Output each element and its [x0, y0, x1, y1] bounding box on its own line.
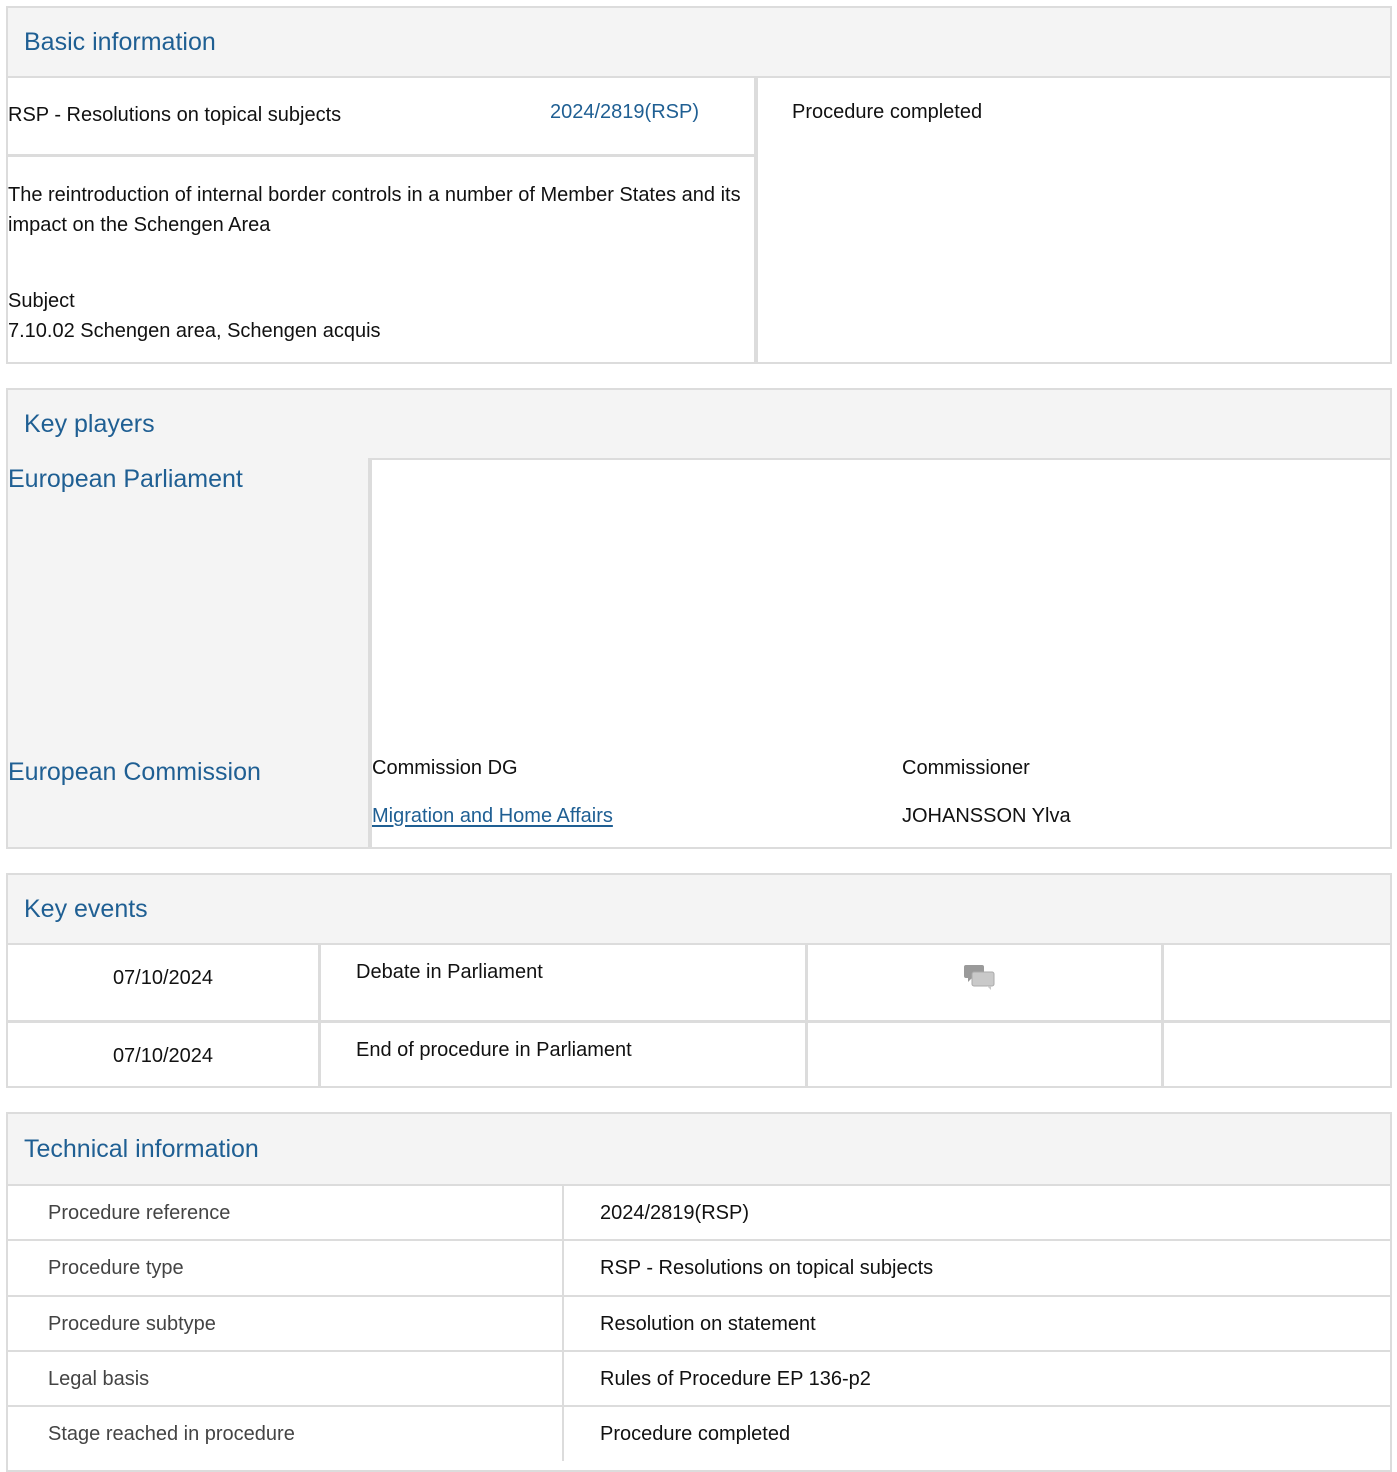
basic-information-panel: Basic information RSP - Resolutions on t…	[6, 6, 1392, 364]
tech-label: Procedure type	[48, 1256, 184, 1279]
key-events-title: Key events	[24, 894, 148, 923]
debate-icon[interactable]	[963, 963, 997, 1000]
tech-value: RSP - Resolutions on topical subjects	[600, 1256, 934, 1279]
basic-information-title: Basic information	[24, 27, 216, 56]
tech-row-procedure-type: Procedure type RSP - Resolutions on topi…	[8, 1239, 1390, 1295]
key-events-heading: Key events	[8, 875, 1390, 945]
key-players-title: Key players	[24, 409, 155, 438]
commission-dg-link[interactable]: Migration and Home Affairs	[372, 801, 613, 831]
event-title: Debate in Parliament	[356, 961, 543, 983]
basic-info-divider	[754, 76, 758, 362]
tech-row-separator	[562, 1297, 564, 1351]
basic-information-heading: Basic information	[8, 8, 1390, 78]
tech-row-separator	[562, 1186, 564, 1240]
commission-dg-header: Commission DG	[372, 757, 518, 779]
tech-label: Stage reached in procedure	[48, 1422, 295, 1445]
commissioner-header: Commissioner	[902, 757, 1030, 779]
key-players-panel: Key players European Parliament European…	[6, 388, 1392, 849]
key-events-panel: Key events 07/10/2024 Debate in Parliame…	[6, 873, 1392, 1088]
event-date: 07/10/2024	[112, 967, 214, 989]
tech-value: Resolution on statement	[600, 1312, 816, 1335]
tech-row-legal-basis: Legal basis Rules of Procedure EP 136-p2	[8, 1350, 1390, 1406]
subject-label: Subject	[8, 290, 75, 312]
tech-value: Procedure completed	[600, 1422, 791, 1445]
procedure-title-text: The reintroduction of internal border co…	[8, 184, 741, 236]
european-parliament-label: European Parliament	[8, 465, 243, 493]
technical-information-panel: Technical information Procedure referenc…	[6, 1112, 1392, 1472]
procedure-reference-link[interactable]: 2024/2819(RSP)	[550, 97, 699, 127]
event-date: 07/10/2024	[112, 1045, 214, 1067]
key-players-heading: Key players	[8, 390, 1390, 460]
procedure-type-text: RSP - Resolutions on topical subjects	[8, 104, 342, 126]
tech-row-separator	[562, 1241, 564, 1295]
tech-label: Legal basis	[48, 1367, 150, 1390]
tech-row-procedure-subtype: Procedure subtype Resolution on statemen…	[8, 1295, 1390, 1351]
commissioner-name: JOHANSSON Ylva	[902, 805, 1071, 827]
technical-information-heading: Technical information	[8, 1114, 1390, 1184]
events-col-divider-3	[1161, 943, 1164, 1086]
basic-info-row-divider	[8, 154, 754, 157]
procedure-status-text: Procedure completed	[792, 101, 983, 123]
event-title: End of procedure in Parliament	[356, 1039, 632, 1061]
european-commission-label: European Commission	[8, 758, 261, 786]
technical-information-title: Technical information	[24, 1134, 259, 1163]
events-col-divider-2	[805, 943, 808, 1086]
tech-row-procedure-reference: Procedure reference 2024/2819(RSP)	[8, 1184, 1390, 1240]
tech-value: Rules of Procedure EP 136-p2	[600, 1367, 871, 1390]
events-row-divider	[8, 1020, 1390, 1023]
key-players-divider	[368, 458, 372, 847]
tech-value: 2024/2819(RSP)	[600, 1201, 749, 1224]
subject-value: 7.10.02 Schengen area, Schengen acquis	[8, 320, 381, 342]
tech-row-separator	[562, 1352, 564, 1406]
tech-row-stage-reached: Stage reached in procedure Procedure com…	[8, 1405, 1390, 1461]
tech-label: Procedure subtype	[48, 1312, 216, 1335]
tech-row-separator	[562, 1407, 564, 1461]
events-col-divider-1	[318, 943, 321, 1086]
tech-label: Procedure reference	[48, 1201, 231, 1224]
